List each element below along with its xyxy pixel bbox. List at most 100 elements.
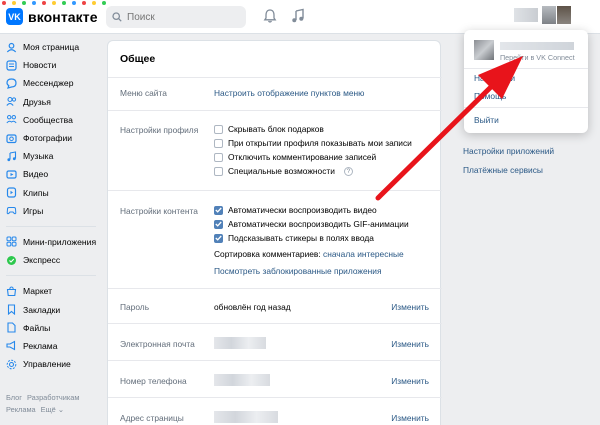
sidebar-item-chat[interactable]: Мессенджер [0, 74, 110, 92]
checkbox-autoplay-video[interactable]: Автоматически воспроизводить видео [214, 205, 377, 215]
sidebar-item-groups[interactable]: Сообщества [0, 111, 110, 129]
sidebar-footer: Блог Разработчикам Реклама Ещё ⌄ [6, 392, 84, 416]
divider [108, 190, 442, 191]
checkbox-label: Специальные возможности [228, 166, 335, 176]
bell-icon[interactable] [262, 8, 278, 24]
payment-services-link[interactable]: Платёжные сервисы [463, 165, 543, 175]
page-address-label: Адрес страницы [120, 413, 184, 423]
sidebar-item-bookmark[interactable]: Закладки [0, 300, 110, 318]
checkbox-icon[interactable] [214, 166, 223, 176]
footer-developers-link[interactable]: Разработчикам [27, 393, 79, 402]
dropdown-help-item[interactable]: Помощь [474, 91, 506, 101]
music-note-icon[interactable] [290, 8, 306, 24]
card-title: Общее [120, 53, 156, 65]
comment-sort-dropdown[interactable]: сначала интересные [323, 249, 404, 259]
change-password-link[interactable]: Изменить [391, 302, 429, 312]
account-dropdown: Перейти в VK Connect Настройки Помощь Вы… [464, 30, 588, 133]
sidebar-separator [6, 275, 96, 277]
sidebar-item-photo[interactable]: Фотографии [0, 129, 110, 147]
logo-text: вконтакте [28, 8, 98, 25]
sidebar-item-clips[interactable]: Клипы [0, 184, 110, 202]
profile-settings-label: Настройки профиля [120, 125, 199, 135]
sidebar-item-music[interactable]: Музыка [0, 147, 110, 165]
configure-menu-link[interactable]: Настроить отображение пунктов меню [214, 88, 364, 98]
checkbox-show-my-posts[interactable]: При открытии профиля показывать мои запи… [214, 138, 412, 148]
sidebar-item-label: Экспресс [23, 255, 61, 266]
search-input[interactable] [127, 11, 237, 23]
sidebar-item-label: Мини-приложения [23, 236, 97, 247]
divider [108, 397, 442, 398]
dropdown-logout-item[interactable]: Выйти [474, 115, 499, 125]
change-phone-link[interactable]: Изменить [391, 376, 429, 386]
search-box[interactable] [106, 6, 246, 28]
video-icon [6, 169, 17, 180]
sidebar-item-files[interactable]: Файлы [0, 319, 110, 337]
checkbox-label: Автоматически воспроизводить GIF-анимаци… [228, 219, 409, 229]
dropdown-settings-item[interactable]: Настройки [474, 73, 515, 83]
friends-icon [6, 96, 17, 107]
password-label: Пароль [120, 302, 150, 312]
sidebar-item-express[interactable]: Экспресс [0, 251, 110, 269]
blocked-apps-link[interactable]: Посмотреть заблокированные приложения [214, 266, 382, 276]
checkbox-checked-icon[interactable] [214, 205, 223, 215]
change-address-link[interactable]: Изменить [391, 413, 429, 423]
sidebar-item-user[interactable]: Моя страница [0, 38, 110, 56]
search-icon [112, 12, 122, 22]
user-avatar-blurred-2[interactable] [557, 6, 571, 24]
sidebar-item-label: Реклама [23, 340, 58, 351]
checkbox-icon[interactable] [214, 138, 223, 148]
ads-icon [6, 340, 17, 351]
sidebar-item-market[interactable]: Маркет [0, 282, 110, 300]
user-avatar-blurred[interactable] [542, 6, 556, 24]
groups-icon [6, 114, 17, 125]
checkbox-icon[interactable] [214, 124, 223, 134]
user-name-blurred[interactable] [514, 8, 538, 22]
checkbox-disable-comments[interactable]: Отключить комментирование записей [214, 152, 376, 162]
dropdown-avatar-blurred[interactable] [474, 40, 494, 60]
sidebar-item-video[interactable]: Видео [0, 165, 110, 183]
sidebar-item-label: Файлы [23, 322, 51, 333]
left-sidebar: Моя страница Новости Мессенджер Друзья Сообщ… [0, 38, 110, 373]
footer-ads-link[interactable]: Реклама [6, 405, 36, 414]
question-icon[interactable]: ? [343, 166, 353, 176]
sidebar-item-label: Фотографии [23, 133, 73, 144]
sidebar-item-friends[interactable]: Друзья [0, 93, 110, 111]
divider [108, 288, 442, 289]
footer-blog-link[interactable]: Блог [6, 393, 22, 402]
sidebar-item-label: Новости [23, 60, 57, 71]
email-value-blurred [214, 337, 266, 349]
sidebar-item-label: Музыка [23, 151, 54, 162]
change-email-link[interactable]: Изменить [391, 339, 429, 349]
phone-value-blurred [214, 374, 270, 386]
checkbox-icon[interactable] [214, 152, 223, 162]
bookmark-icon [6, 304, 17, 316]
checkbox-checked-icon[interactable] [214, 219, 223, 229]
checkbox-checked-icon[interactable] [214, 233, 223, 243]
checkbox-label: Подсказывать стикеры в полях ввода [228, 233, 374, 243]
top-header: VK вконтакте [0, 0, 600, 34]
checkbox-accessibility[interactable]: Специальные возможности ? [214, 166, 353, 176]
vk-connect-link[interactable]: Перейти в VK Connect [500, 53, 575, 62]
sidebar-item-apps[interactable]: Мини-приложения [0, 233, 110, 251]
sidebar-item-label: Маркет [23, 286, 53, 297]
express-icon [6, 255, 17, 266]
checkbox-sticker-hints[interactable]: Подсказывать стикеры в полях ввода [214, 233, 374, 243]
sidebar-item-manage[interactable]: Управление [0, 355, 110, 373]
sidebar-item-games[interactable]: Игры [0, 202, 110, 220]
app-settings-link[interactable]: Настройки приложений [463, 146, 554, 156]
news-icon [6, 60, 17, 71]
phone-label: Номер телефона [120, 376, 187, 386]
vk-logo[interactable]: VK вконтакте [6, 8, 98, 25]
footer-more-link[interactable]: Ещё ⌄ [41, 405, 64, 414]
sidebar-item-news[interactable]: Новости [0, 56, 110, 74]
sidebar-item-ads[interactable]: Реклама [0, 337, 110, 355]
dropdown-username-blurred[interactable] [500, 42, 574, 50]
checkbox-hide-gifts[interactable]: Скрывать блок подарков [214, 124, 324, 134]
divider [108, 323, 442, 324]
garland-decoration [2, 1, 106, 5]
music-icon [6, 151, 17, 162]
user-icon [6, 42, 17, 53]
sidebar-item-label: Видео [23, 169, 49, 180]
general-settings-card: Общее Меню сайта Настроить отображение п… [107, 40, 442, 425]
checkbox-autoplay-gif[interactable]: Автоматически воспроизводить GIF-анимаци… [214, 219, 409, 229]
